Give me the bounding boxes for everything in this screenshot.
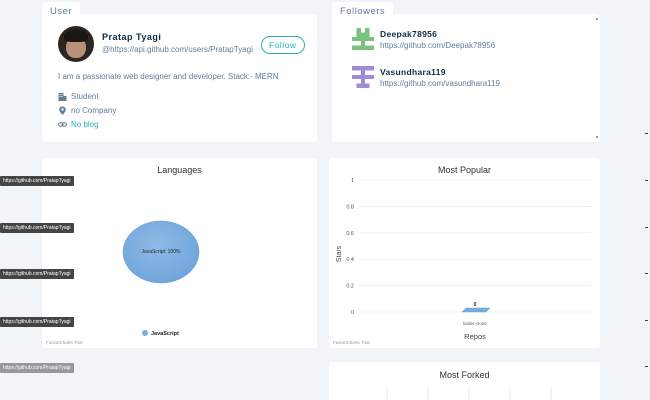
user-bio: I am a passionate web designer and devel… — [58, 72, 279, 81]
y-tick-label: 0.6 — [346, 231, 354, 237]
y-tick-label: 0.8 — [346, 204, 354, 210]
follower-name: Deepak78956 — [380, 28, 438, 39]
languages-pie-chart: JavaScript: 100% JavaScript — [122, 220, 200, 337]
company-row: Student — [58, 92, 99, 101]
user-card: Pratap Tyagi @https://api.github.com/use… — [42, 14, 317, 142]
location-text: no Company — [71, 106, 117, 115]
identicon-avatar — [352, 66, 374, 88]
url-tooltip: https://github.com/PratapTyagi — [0, 363, 74, 373]
follower-name: Vasundhara119 — [380, 66, 446, 77]
url-tooltip: https://github.com/PratapTyagi — [0, 269, 74, 279]
popular-bar-chart: 0 0.2 0.4 0.6 0.8 1 Stars Repos 0 tinder-clone — [336, 178, 591, 341]
location-pin-icon — [58, 106, 67, 115]
follower-item[interactable]: Deepak78956 https://github.com/Deepak789… — [352, 28, 495, 50]
link-icon — [58, 120, 67, 129]
url-tooltip: https://github.com/PratapTyagi — [0, 176, 74, 186]
blog-row[interactable]: No blog — [58, 120, 99, 129]
follow-button[interactable]: Follow — [261, 36, 305, 54]
forked-chart-grid — [386, 386, 552, 400]
y-axis-label: Stars — [336, 245, 343, 262]
follower-url[interactable]: https://github.com/Deepak78956 — [380, 41, 495, 50]
building-icon — [58, 92, 67, 101]
blog-link[interactable]: No blog — [71, 120, 99, 129]
followers-card: Deepak78956 https://github.com/Deepak789… — [332, 14, 600, 142]
forked-chart-card: Most Forked — [329, 362, 600, 400]
y-tick-label: 0 — [351, 310, 354, 316]
x-axis-label: Repos — [464, 332, 486, 341]
legend-marker — [142, 330, 148, 336]
legend-label[interactable]: JavaScript — [151, 331, 179, 337]
pie-slice-label: JavaScript: 100% — [142, 249, 181, 255]
follower-item[interactable]: Vasundhara119 https://github.com/vasundh… — [352, 66, 500, 88]
identicon-avatar — [352, 28, 374, 50]
languages-chart-card: Languages JavaScript: 100% JavaScript Fu… — [42, 158, 317, 348]
location-row: no Company — [58, 106, 116, 115]
user-handle: @https://api.github.com/users/PratapTyag… — [102, 45, 253, 54]
followers-scrollbar[interactable] — [596, 18, 598, 138]
y-tick-label: 0.4 — [346, 257, 354, 263]
url-tooltip: https://github.com/PratapTyagi — [0, 317, 74, 327]
popular-chart-card: Most Popular 0 0.2 0.4 0.6 0.8 1 Stars Repos … — [329, 158, 600, 348]
company-text: Student — [71, 92, 99, 101]
avatar — [58, 26, 94, 62]
x-tick-label: tinder-clone — [463, 321, 487, 326]
bar[interactable] — [461, 307, 491, 313]
user-name: Pratap Tyagi — [102, 32, 162, 42]
y-tick-label: 1 — [351, 178, 354, 184]
chart-trial-watermark: FusionCharts Trial — [46, 340, 83, 345]
chart-trial-watermark: FusionCharts Trial — [333, 340, 370, 345]
bar-value-label: 0 — [474, 302, 477, 308]
follower-url[interactable]: https://github.com/vasundhara119 — [380, 79, 500, 88]
y-tick-label: 0.2 — [346, 284, 354, 290]
url-tooltip: https://github.com/PratapTyagi — [0, 223, 74, 233]
